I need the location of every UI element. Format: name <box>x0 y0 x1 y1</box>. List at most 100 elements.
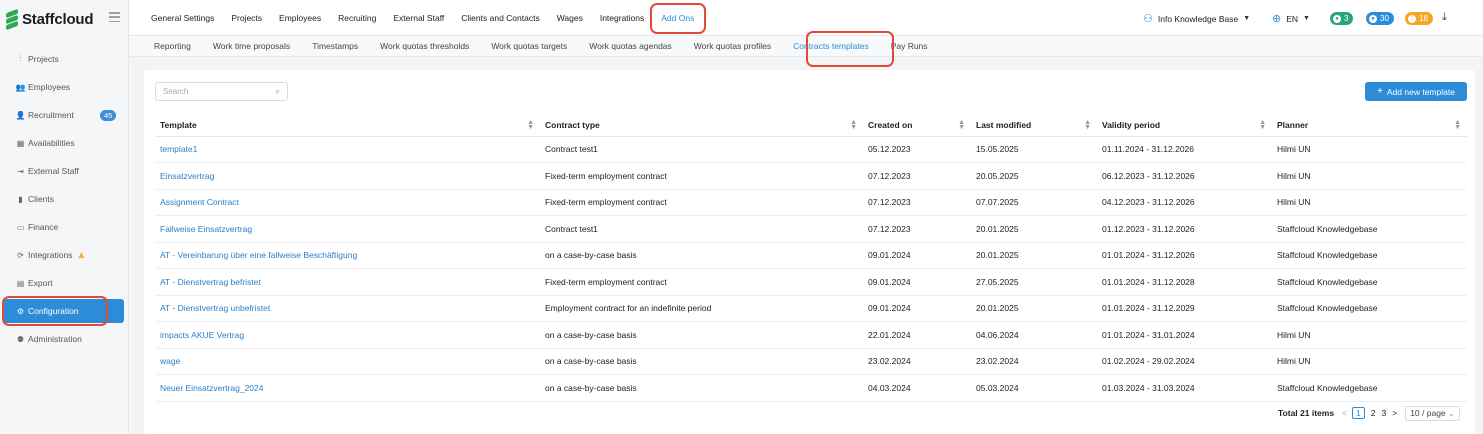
table-row[interactable]: AT - Vereinbarung über eine fallweise Be… <box>155 242 1467 269</box>
table-row[interactable]: AT - Dienstvertrag unbefristet Employmen… <box>155 295 1467 322</box>
topmenu-add-ons[interactable]: Add Ons <box>661 13 694 23</box>
table-row[interactable]: AT - Dienstvertrag befristet Fixed-term … <box>155 268 1467 296</box>
header-template[interactable]: Template ▲ ▼ <box>155 114 540 137</box>
user-menu[interactable]: ⚇ Info Knowledge Base ▼ <box>1143 12 1250 25</box>
sidebar-item-administration[interactable]: ⚉ Administration <box>0 325 129 353</box>
finance-icon: ▭ <box>16 222 25 232</box>
tab-work-quotas-targets[interactable]: Work quotas targets <box>491 41 567 51</box>
table-row[interactable]: Fallweise Einsatzvertrag Contract test1 … <box>155 215 1467 243</box>
caret-down-icon: ▼ <box>1303 15 1310 22</box>
sidebar-item-projects[interactable]: ⫶ Projects <box>0 45 129 73</box>
sidebar-item-integrations[interactable]: ⟳ Integrations ▲ <box>0 241 129 269</box>
template-name-link[interactable]: Neuer Einsatzvertrag_2024 <box>155 374 540 402</box>
tab-work-time-proposals[interactable]: Work time proposals <box>213 41 290 51</box>
prev-page-button[interactable]: < <box>1342 408 1347 418</box>
created-on-cell: 07.12.2023 <box>863 215 971 243</box>
table-row[interactable]: Neuer Einsatzvertrag_2024 on a case-by-c… <box>155 374 1467 402</box>
table-row[interactable]: impacts AKUE Vertrag on a case-by-case b… <box>155 321 1467 349</box>
topmenu-clients-and-contacts[interactable]: Clients and Contacts <box>461 13 539 23</box>
table-row[interactable]: Einsatzvertrag Fixed-term employment con… <box>155 162 1467 190</box>
sidebar-item-label: Employees <box>28 82 71 92</box>
header-last-modified[interactable]: Last modified ▲ ▼ <box>971 114 1097 137</box>
notifications-badge[interactable]: ● 30 <box>1366 12 1394 25</box>
topmenu-projects[interactable]: Projects <box>231 13 262 23</box>
recruitment-count-badge: 45 <box>100 110 117 121</box>
sort-icon[interactable]: ▲ ▼ <box>850 119 857 131</box>
tab-work-quotas-agendas[interactable]: Work quotas agendas <box>589 41 672 51</box>
add-new-template-button[interactable]: + Add new template <box>1365 82 1467 101</box>
last-modified-cell: 20.01.2025 <box>971 215 1097 243</box>
topmenu-wages[interactable]: Wages <box>557 13 583 23</box>
sort-icon[interactable]: ▲ ▼ <box>1084 119 1091 131</box>
validity-period-cell: 04.12.2023 - 31.12.2026 <box>1097 189 1272 216</box>
contract-type-cell: on a case-by-case basis <box>540 374 863 402</box>
sort-icon[interactable]: ▲ ▼ <box>1259 119 1266 131</box>
tab-work-quotas-profiles[interactable]: Work quotas profiles <box>694 41 771 51</box>
sidebar-item-recruitment[interactable]: 👤 Recruitment 45 <box>0 101 129 129</box>
tab-reporting[interactable]: Reporting <box>154 41 191 51</box>
header-contract-type[interactable]: Contract type ▲ ▼ <box>540 114 863 137</box>
next-page-button[interactable]: > <box>1392 408 1397 418</box>
last-modified-cell: 20.01.2025 <box>971 295 1097 322</box>
download-icon[interactable]: ⤓ <box>1442 11 1447 24</box>
topmenu-recruiting[interactable]: Recruiting <box>338 13 376 23</box>
tab-timestamps[interactable]: Timestamps <box>312 41 358 51</box>
template-name-link[interactable]: template1 <box>155 136 540 163</box>
last-modified-cell: 20.05.2025 <box>971 162 1097 190</box>
sidebar-item-external-staff[interactable]: ⇥ External Staff <box>0 157 129 185</box>
menu-toggle-icon[interactable] <box>109 12 120 22</box>
messages-badge[interactable]: ● 3 <box>1330 12 1354 25</box>
projects-icon: ⫶ <box>19 54 22 63</box>
header-planner[interactable]: Planner ▲ ▼ <box>1272 114 1467 137</box>
tab-pay-runs[interactable]: Pay Runs <box>891 41 928 51</box>
sort-icon[interactable]: ▲ ▼ <box>1454 119 1461 131</box>
add-button-label: Add new template <box>1386 86 1455 97</box>
template-name-link[interactable]: Fallweise Einsatzvertrag <box>155 215 540 243</box>
header-created-on[interactable]: Created on ▲ ▼ <box>863 114 971 137</box>
sort-icon[interactable]: ▲ ▼ <box>958 119 965 131</box>
header-label: Validity period <box>1102 119 1161 130</box>
search-placeholder: Search <box>163 87 189 96</box>
topmenu-integrations[interactable]: Integrations <box>600 13 644 23</box>
page-1-button[interactable]: 1 <box>1352 407 1365 419</box>
template-name-link[interactable]: AT - Vereinbarung über eine fallweise Be… <box>155 242 540 269</box>
topmenu-employees[interactable]: Employees <box>279 13 321 23</box>
table-row[interactable]: Assignment Contract Fixed-term employmen… <box>155 189 1467 216</box>
template-name-link[interactable]: Einsatzvertrag <box>155 162 540 190</box>
globe-icon: ⊕ <box>1272 13 1282 25</box>
sidebar-item-employees[interactable]: 👥 Employees <box>0 73 129 101</box>
sidebar-item-clients[interactable]: ▮ Clients <box>0 185 129 213</box>
search-input[interactable]: Search ⌕ <box>155 82 288 101</box>
contract-type-cell: on a case-by-case basis <box>540 321 863 349</box>
logo[interactable]: Staffcloud <box>6 8 94 31</box>
template-name-link[interactable]: AT - Dienstvertrag unbefristet <box>155 295 540 322</box>
messages-count: 3 <box>1344 14 1349 23</box>
validity-period-cell: 01.02.2024 - 29.02.2024 <box>1097 348 1272 375</box>
page-2-button[interactable]: 2 <box>1371 408 1376 418</box>
template-name-link[interactable]: wage <box>155 348 540 375</box>
user-icon: ⚇ <box>1143 13 1153 25</box>
sidebar-item-finance[interactable]: ▭ Finance <box>0 213 129 241</box>
header-validity-period[interactable]: Validity period ▲ ▼ <box>1097 114 1272 137</box>
language-selector[interactable]: ⊕ EN ▼ <box>1272 12 1310 25</box>
sidebar-item-label: Recruitment <box>28 110 74 120</box>
topmenu-external-staff[interactable]: External Staff <box>393 13 444 23</box>
topmenu-general-settings[interactable]: General Settings <box>151 13 214 23</box>
tab-contracts-templates[interactable]: Contracts templates <box>793 41 869 51</box>
tab-work-quotas-thresholds[interactable]: Work quotas thresholds <box>380 41 469 51</box>
page-size-select[interactable]: 10 / page ⌄ <box>1405 405 1461 421</box>
template-name-link[interactable]: impacts AKUE Vertrag <box>155 321 540 349</box>
sidebar-item-export[interactable]: ▤ Export <box>0 269 129 297</box>
validity-period-cell: 06.12.2023 - 31.12.2026 <box>1097 162 1272 190</box>
sidebar-item-configuration[interactable]: ⚙ Configuration <box>3 299 124 323</box>
alerts-badge[interactable]: ! 18 <box>1405 12 1433 25</box>
template-name-link[interactable]: Assignment Contract <box>155 189 540 216</box>
page-3-button[interactable]: 3 <box>1382 408 1387 418</box>
sidebar-item-availabilities[interactable]: ▦ Availabilities <box>0 129 129 157</box>
table-row[interactable]: wage on a case-by-case basis 23.02.2024 … <box>155 348 1467 375</box>
alert-icon: ! <box>1408 14 1416 23</box>
table-row[interactable]: template1 Contract test1 05.12.2023 15.0… <box>155 136 1467 163</box>
template-name-link[interactable]: AT - Dienstvertrag befristet <box>155 268 540 296</box>
sort-icon[interactable]: ▲ ▼ <box>527 119 534 131</box>
chevron-down-icon: ⌄ <box>1448 407 1456 418</box>
